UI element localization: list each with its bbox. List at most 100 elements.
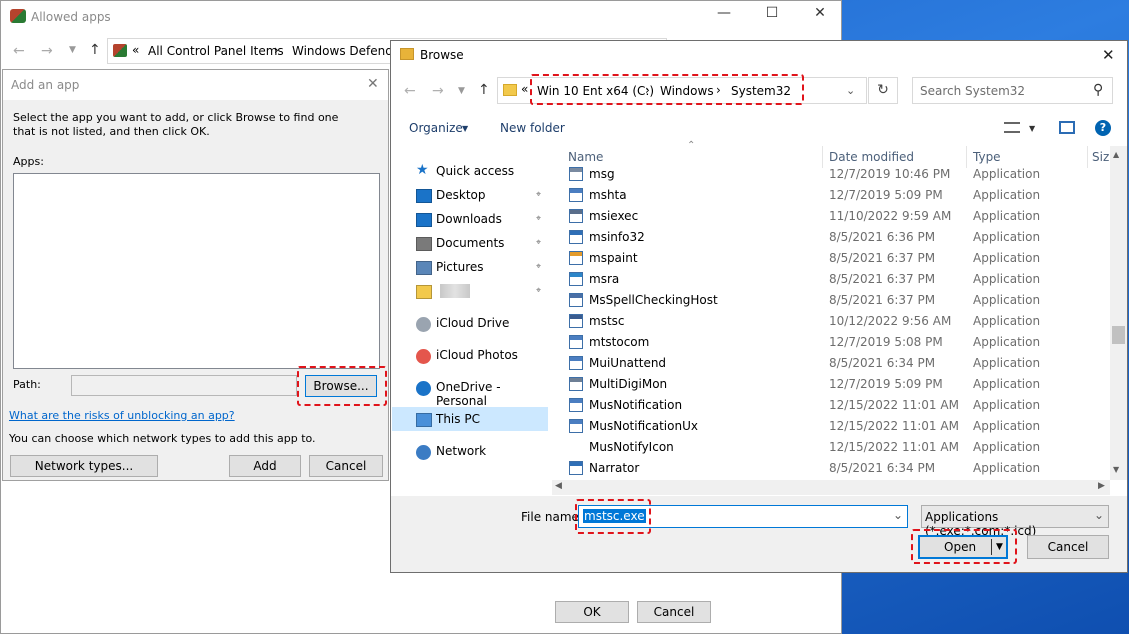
apps-list[interactable] xyxy=(13,173,380,369)
nav-item[interactable]: Desktop ⌖ xyxy=(392,184,550,208)
star-icon: ★ xyxy=(416,162,429,178)
dropdown-arrow-icon[interactable]: ▼ xyxy=(458,86,465,96)
cancel-button[interactable]: Cancel xyxy=(1027,535,1109,559)
vertical-scrollbar[interactable] xyxy=(1110,146,1127,480)
nav-item[interactable]: ⌖ xyxy=(392,280,550,304)
breadcrumb-prefix: « xyxy=(132,43,140,57)
file-row[interactable]: MusNotificationUx 12/15/2022 11:01 AM Appl… xyxy=(552,416,1118,437)
view-options-icon[interactable] xyxy=(1004,122,1020,133)
nav-item-label: Documents xyxy=(436,236,505,250)
file-date: 12/7/2019 10:46 PM xyxy=(829,167,951,181)
dropdown-arrow-icon[interactable]: ▼ xyxy=(69,45,76,55)
file-row[interactable]: MultiDigiMon 12/7/2019 5:09 PM Application xyxy=(552,374,1118,395)
scroll-right-icon[interactable]: ▶ xyxy=(1098,481,1105,491)
file-row[interactable]: msg 12/7/2019 10:46 PM Application xyxy=(552,164,1118,185)
file-type: Application xyxy=(973,209,1041,223)
path-input[interactable] xyxy=(71,375,297,396)
nav-item[interactable]: This PC xyxy=(392,408,550,432)
column-header-name[interactable]: Name xyxy=(568,150,603,164)
file-type-select[interactable]: Applications (*.exe;*.com;*.icd) ⌄ xyxy=(921,505,1109,538)
help-icon[interactable]: ? xyxy=(1095,120,1111,136)
column-header-type[interactable]: Type xyxy=(973,150,1001,164)
file-type: Application xyxy=(973,356,1041,370)
add-button[interactable]: Add xyxy=(229,455,301,477)
file-row[interactable]: MuiUnattend 8/5/2021 6:34 PM Application xyxy=(552,353,1118,374)
nav-item[interactable]: Pictures ⌖ xyxy=(392,256,550,280)
application-icon xyxy=(569,167,583,181)
new-folder-button[interactable]: New folder xyxy=(500,121,565,135)
network-types-button[interactable]: Network types... xyxy=(10,455,158,477)
scroll-up-icon[interactable]: ▲ xyxy=(1113,150,1119,159)
chevron-down-icon[interactable]: ▼ xyxy=(1029,124,1035,133)
search-input[interactable]: Search System32 ⚲ xyxy=(912,77,1113,104)
close-icon[interactable]: ✕ xyxy=(1102,46,1115,64)
file-type: Application xyxy=(973,398,1041,412)
up-arrow-icon[interactable]: ↑ xyxy=(478,82,490,98)
application-icon xyxy=(569,440,583,454)
breadcrumb-item[interactable]: All Control Panel Items xyxy=(148,44,284,58)
network-types-text: You can choose which network types to ad… xyxy=(9,432,316,445)
close-icon[interactable]: ✕ xyxy=(367,76,379,92)
nav-item[interactable]: Documents ⌖ xyxy=(392,232,550,256)
refresh-button[interactable]: ↻ xyxy=(868,77,898,104)
file-name-label: File name: xyxy=(521,510,583,524)
file-row[interactable]: mshta 12/7/2019 5:09 PM Application xyxy=(552,185,1118,206)
application-icon xyxy=(569,230,583,244)
file-name: MusNotificationUx xyxy=(589,419,698,433)
up-arrow-icon[interactable]: ↑ xyxy=(89,42,101,58)
documents-icon xyxy=(416,237,432,251)
file-row[interactable]: MsSpellCheckingHost 8/5/2021 6:37 PM Appli… xyxy=(552,290,1118,311)
file-name: MsSpellCheckingHost xyxy=(589,293,718,307)
cancel-button[interactable]: Cancel xyxy=(309,455,383,477)
minimize-button[interactable]: — xyxy=(701,5,747,21)
file-date: 8/5/2021 6:37 PM xyxy=(829,293,936,307)
file-row[interactable]: mstsc 10/12/2022 9:56 AM Application xyxy=(552,311,1118,332)
file-type: Application xyxy=(973,419,1041,433)
file-row[interactable]: Narrator 8/5/2021 6:34 PM Application xyxy=(552,458,1118,479)
nav-item-label: iCloud Drive xyxy=(436,316,510,330)
organize-button[interactable]: Organize xyxy=(409,121,463,135)
file-type: Application xyxy=(973,251,1041,265)
close-button[interactable]: ✕ xyxy=(797,5,843,21)
column-header-size[interactable]: Size xyxy=(1092,150,1109,164)
back-arrow-icon[interactable]: ← xyxy=(404,83,416,99)
scroll-down-icon[interactable]: ▼ xyxy=(1113,465,1119,474)
ok-button[interactable]: OK xyxy=(555,601,629,623)
file-row[interactable]: msiexec 11/10/2022 9:59 AM Application xyxy=(552,206,1118,227)
nav-item[interactable]: iCloud Drive xyxy=(392,312,550,336)
back-arrow-icon[interactable]: ← xyxy=(13,43,25,59)
cancel-button[interactable]: Cancel xyxy=(637,601,711,623)
file-row[interactable]: msra 8/5/2021 6:37 PM Application xyxy=(552,269,1118,290)
horizontal-scrollbar[interactable] xyxy=(552,480,1110,495)
forward-arrow-icon[interactable]: → xyxy=(432,83,444,99)
file-row[interactable]: MusNotifyIcon 12/15/2022 11:01 AM Applicat… xyxy=(552,437,1118,458)
forward-arrow-icon[interactable]: → xyxy=(41,43,53,59)
nav-item[interactable]: Network xyxy=(392,440,550,464)
file-row[interactable]: MusNotification 12/15/2022 11:01 AM Applic… xyxy=(552,395,1118,416)
nav-item[interactable]: ★ Quick access xyxy=(392,160,550,184)
breadcrumb-separator: › xyxy=(274,43,279,57)
maximize-button[interactable]: ☐ xyxy=(749,5,795,21)
risks-link[interactable]: What are the risks of unblocking an app? xyxy=(9,409,235,422)
preview-pane-icon[interactable] xyxy=(1059,121,1075,134)
nav-item-label: iCloud Photos xyxy=(436,348,518,362)
nav-item[interactable]: Downloads ⌖ xyxy=(392,208,550,232)
search-placeholder: Search System32 xyxy=(920,84,1026,98)
scroll-thumb[interactable] xyxy=(1112,326,1125,344)
chevron-down-icon[interactable]: ⌄ xyxy=(893,508,903,522)
file-row[interactable]: mspaint 8/5/2021 6:37 PM Application xyxy=(552,248,1118,269)
pin-icon: ⌖ xyxy=(536,286,542,296)
chevron-down-icon[interactable]: ⌄ xyxy=(846,84,855,97)
application-icon xyxy=(569,272,583,286)
nav-item-label: Quick access xyxy=(436,164,515,178)
application-icon xyxy=(569,356,583,370)
file-date: 8/5/2021 6:37 PM xyxy=(829,251,936,265)
nav-item[interactable]: OneDrive - Personal xyxy=(392,376,550,408)
pin-icon: ⌖ xyxy=(536,190,542,200)
file-row[interactable]: msinfo32 8/5/2021 6:36 PM Application xyxy=(552,227,1118,248)
column-header-date[interactable]: Date modified xyxy=(829,150,914,164)
breadcrumb-item[interactable]: Windows Defender xyxy=(292,44,405,58)
scroll-left-icon[interactable]: ◀ xyxy=(555,481,562,491)
file-row[interactable]: mtstocom 12/7/2019 5:08 PM Application xyxy=(552,332,1118,353)
nav-item[interactable]: iCloud Photos xyxy=(392,344,550,368)
